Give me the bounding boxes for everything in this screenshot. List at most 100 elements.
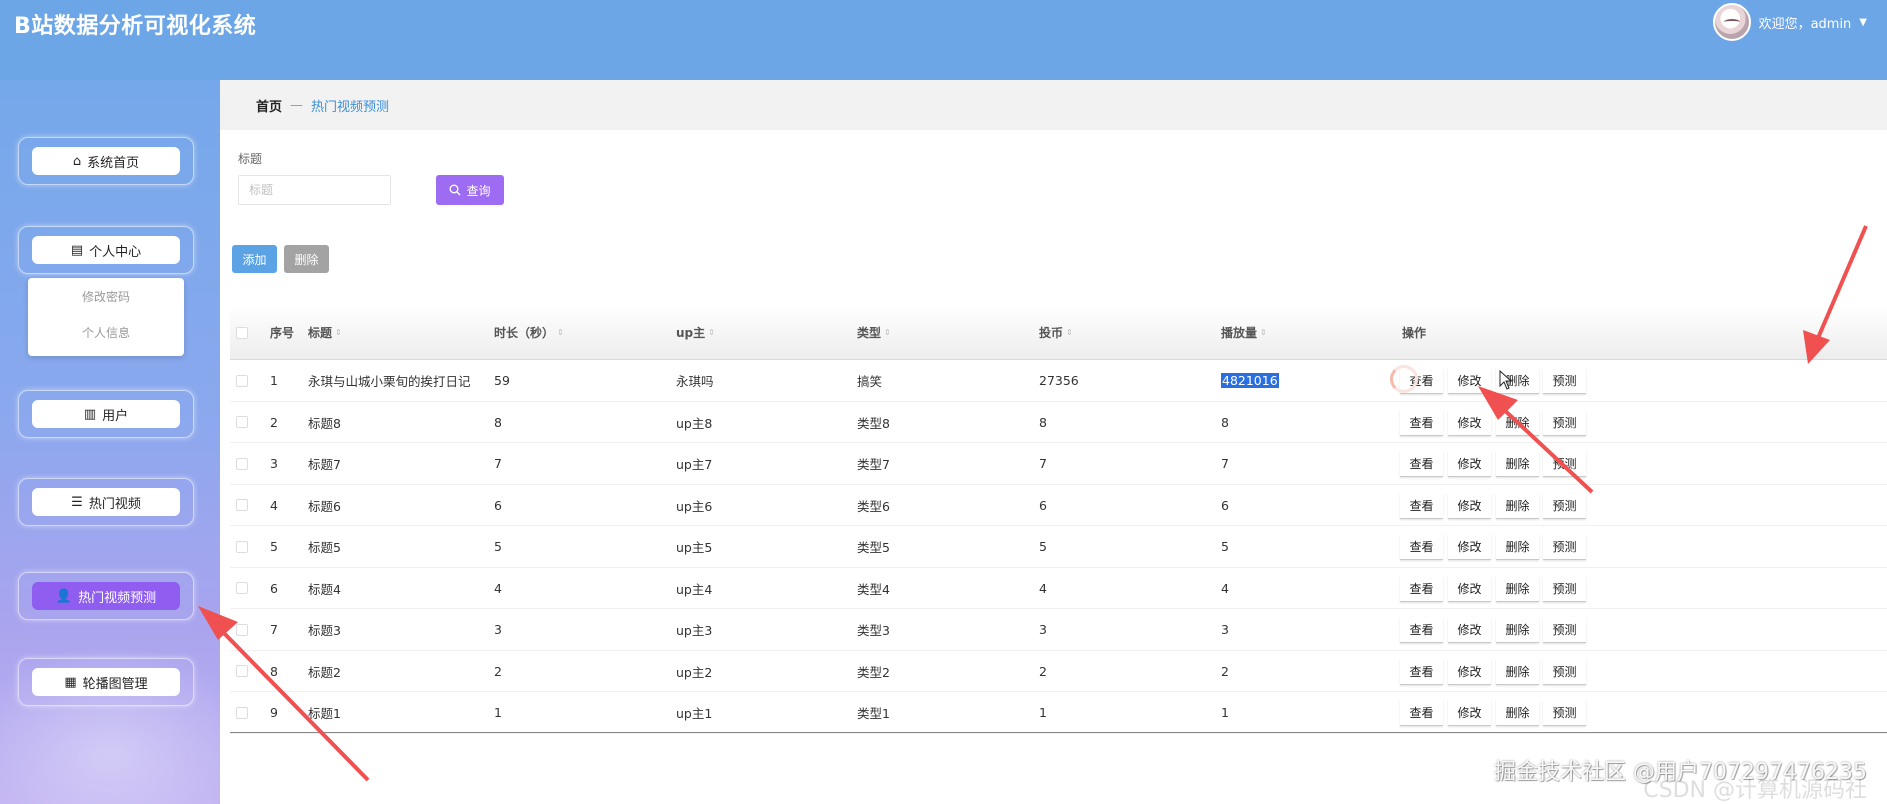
sort-icon[interactable]: ⇕ [557,328,564,337]
delete-button[interactable]: 删除 [1496,534,1539,560]
edit-button[interactable]: 修改 [1448,534,1491,560]
table-row[interactable]: 5 标题5 5 up主5 类型5 5 5 查看 修改 删除 预测 [230,526,1887,568]
col-header-uploader[interactable]: up主 ⇕ [676,305,715,360]
table-row[interactable]: 9 标题1 1 up主1 类型1 1 1 查看 修改 删除 预测 [230,692,1887,734]
predict-button[interactable]: 预测 [1543,700,1586,726]
table-row[interactable]: 6 标题4 4 up主4 类型4 4 4 查看 修改 删除 预测 [230,568,1887,610]
select-all-checkbox-cell[interactable] [236,305,248,360]
row-checkbox[interactable] [236,540,248,553]
sidebar-item-button[interactable]: ▥ 用户 [32,400,180,428]
search-title-input[interactable] [238,175,391,205]
submenu-item-change-password[interactable]: 修改密码 [28,278,184,314]
col-header-coins[interactable]: 投币 ⇕ [1039,305,1073,360]
submenu-item-personal-info[interactable]: 个人信息 [28,314,184,350]
sort-icon[interactable]: ⇕ [335,328,342,337]
edit-button[interactable]: 修改 [1448,451,1491,477]
row-checkbox[interactable] [236,416,248,429]
row-checkbox-cell[interactable] [236,526,248,568]
avatar[interactable] [1712,3,1751,41]
delete-button[interactable]: 删除 [1496,700,1539,726]
row-checkbox-cell[interactable] [236,609,248,651]
delete-button[interactable]: 删除 [1496,492,1539,519]
view-button[interactable]: 查看 [1400,492,1443,519]
delete-button[interactable]: 删除 [1496,658,1539,685]
predict-button[interactable]: 预测 [1543,492,1586,519]
bulk-delete-button[interactable]: 删除 [284,245,329,273]
table-row[interactable]: 3 标题7 7 up主7 类型7 7 7 查看 修改 删除 预测 [230,443,1887,485]
cell-type-text: 类型1 [857,706,890,722]
row-checkbox[interactable] [236,623,248,636]
col-header-plays[interactable]: 播放量 ⇕ [1221,305,1267,360]
row-checkbox[interactable] [236,706,248,719]
view-button[interactable]: 查看 [1400,451,1443,477]
predict-button[interactable]: 预测 [1543,534,1586,560]
sort-icon[interactable]: ⇕ [884,328,891,337]
row-checkbox[interactable] [236,457,248,470]
sidebar-item-button[interactable]: ☰ 热门视频 [32,488,180,516]
sidebar-item-home[interactable]: ⌂ 系统首页 [18,137,194,185]
view-button[interactable]: 查看 [1400,700,1443,726]
predict-button[interactable]: 预测 [1543,617,1586,643]
predict-button[interactable]: 预测 [1543,658,1586,685]
col-header-title[interactable]: 标题 ⇕ [308,305,342,360]
delete-button[interactable]: 删除 [1496,409,1539,436]
row-checkbox[interactable] [236,582,248,595]
col-header-type[interactable]: 类型 ⇕ [857,305,891,360]
sidebar-item-button-active[interactable]: 👤 热门视频预测 [32,582,180,610]
predict-button[interactable]: 预测 [1543,409,1586,436]
sidebar-item-carousel-management[interactable]: ▦ 轮播图管理 [18,658,194,706]
table-row[interactable]: 7 标题3 3 up主3 类型3 3 3 查看 修改 删除 预测 [230,609,1887,651]
edit-button[interactable]: 修改 [1448,700,1491,726]
delete-button[interactable]: 删除 [1496,617,1539,643]
predict-button[interactable]: 预测 [1543,368,1586,394]
row-checkbox[interactable] [236,374,248,387]
table-row[interactable]: 8 标题2 2 up主2 类型2 2 2 查看 修改 删除 预测 [230,651,1887,693]
edit-button[interactable]: 修改 [1448,617,1491,643]
predict-button[interactable]: 预测 [1543,575,1586,602]
row-checkbox-cell[interactable] [236,568,248,610]
sidebar-item-users[interactable]: ▥ 用户 [18,390,194,438]
row-checkbox[interactable] [236,499,248,512]
predict-button[interactable]: 预测 [1543,451,1586,477]
breadcrumb-home[interactable]: 首页 [256,96,282,115]
row-checkbox[interactable] [236,665,248,678]
user-menu[interactable]: 欢迎您，admin ▼ [1712,2,1867,42]
row-checkbox-cell[interactable] [236,402,248,444]
sort-icon[interactable]: ⇕ [1066,328,1073,337]
row-checkbox-cell[interactable] [236,651,248,693]
view-button[interactable]: 查看 [1400,534,1443,560]
sort-icon[interactable]: ⇕ [708,328,715,337]
sidebar-item-hot-video-prediction[interactable]: 👤 热门视频预测 [18,572,194,620]
row-checkbox-cell[interactable] [236,485,248,527]
sidebar-item-button[interactable]: ▦ 轮播图管理 [32,668,180,696]
view-button[interactable]: 查看 [1400,658,1443,685]
edit-button[interactable]: 修改 [1448,409,1491,436]
table-row[interactable]: 2 标题8 8 up主8 类型8 8 8 查看 修改 删除 预测 [230,402,1887,444]
chevron-down-icon[interactable]: ▼ [1859,17,1867,28]
view-button[interactable]: 查看 [1400,409,1443,436]
sort-icon[interactable]: ⇕ [1260,328,1267,337]
edit-button[interactable]: 修改 [1448,658,1491,685]
row-checkbox-cell[interactable] [236,692,248,734]
query-button[interactable]: 查询 [436,175,504,205]
table-row[interactable]: 1 永琪与山城小栗旬的挨打日记 59 永琪吗 搞笑 27356 4821016 查看 修改 删除预… [230,360,1887,402]
view-button[interactable]: 查看 [1400,617,1443,643]
edit-button[interactable]: 修改 [1448,368,1491,394]
row-checkbox-cell[interactable] [236,443,248,485]
add-button[interactable]: 添加 [232,245,277,273]
sidebar-item-personal-center[interactable]: ▤ 个人中心 [18,226,194,274]
table-row[interactable]: 4 标题6 6 up主6 类型6 6 6 查看 修改 删除 预测 [230,485,1887,527]
view-button[interactable]: 查看 [1400,575,1443,602]
col-header-duration[interactable]: 时长（秒） ⇕ [494,305,564,360]
row-checkbox-cell[interactable] [236,360,248,402]
sidebar-item-button[interactable]: ▤ 个人中心 [32,236,180,264]
sidebar-item-button[interactable]: ⌂ 系统首页 [32,147,180,175]
edit-button[interactable]: 修改 [1448,492,1491,519]
delete-button[interactable]: 删除 [1496,575,1539,602]
delete-button[interactable]: 删除 [1496,451,1539,477]
cell-coins: 6 [1039,485,1047,527]
cell-uploader: up主7 [676,443,712,485]
edit-button[interactable]: 修改 [1448,575,1491,602]
select-all-checkbox[interactable] [236,326,248,339]
sidebar-item-hot-videos[interactable]: ☰ 热门视频 [18,478,194,526]
